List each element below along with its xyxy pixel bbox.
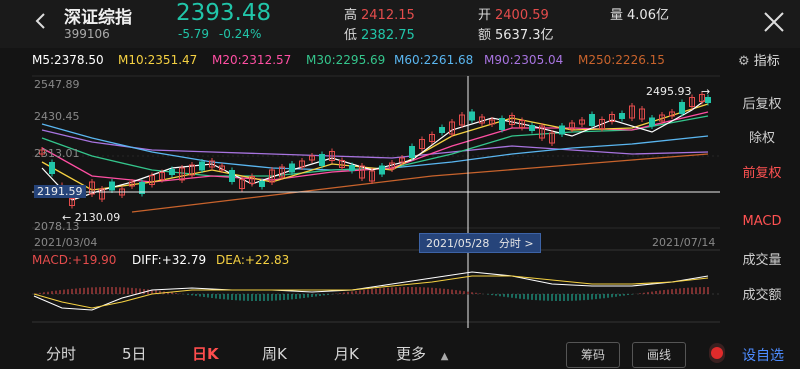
- dea-value: DEA:+22.83: [216, 253, 290, 267]
- change-percent: -0.24%: [218, 27, 262, 41]
- price-change: -5.79 -0.24%: [178, 27, 261, 41]
- candle-body: [469, 111, 475, 121]
- ma250-label: M250:2226.15: [578, 53, 665, 67]
- caret-up-icon: ▲: [440, 351, 449, 362]
- index-name: 深证综指: [64, 8, 132, 28]
- intraday-link[interactable]: 分时 >: [499, 237, 534, 250]
- price-axis-mid: 2313.01: [34, 147, 80, 160]
- candle-body: [439, 127, 445, 133]
- candle-body: [259, 181, 265, 187]
- low-value: 2382.75: [361, 28, 415, 43]
- tab-intraday[interactable]: 分时: [46, 343, 76, 364]
- arrow-right-icon: →: [701, 85, 711, 98]
- open-label: 开: [478, 8, 492, 23]
- arrow-left-icon: ←: [62, 211, 72, 224]
- back-arrow-icon[interactable]: [32, 12, 50, 30]
- side-item-ex-rights[interactable]: 除权: [724, 127, 800, 146]
- min-price-annotation: ← 2130.09: [62, 211, 120, 224]
- end-date: 2021/07/14: [652, 236, 716, 249]
- candle-body: [169, 169, 175, 175]
- candle-body: [379, 165, 385, 175]
- volume-stat: 量 4.06亿: [610, 4, 669, 23]
- tab-monthly-k[interactable]: 月K: [334, 343, 359, 364]
- indicator-button[interactable]: ⚙ 指标: [738, 50, 780, 69]
- candle-body: [319, 154, 325, 166]
- low-stat: 低 2382.75: [344, 24, 415, 43]
- side-item-backward-adjusted[interactable]: 后复权: [724, 93, 800, 112]
- tab-more[interactable]: 更多 ▲: [396, 343, 449, 364]
- price-axis-top: 2547.89: [34, 78, 80, 91]
- record-icon[interactable]: [708, 342, 726, 364]
- min-price-label: 2130.09: [74, 211, 121, 224]
- candle-body: [589, 114, 595, 126]
- amount-value: 5637.3亿: [495, 28, 554, 43]
- ma90-line: [41, 129, 709, 159]
- kline-chart[interactable]: [32, 72, 720, 328]
- high-value: 2412.15: [361, 8, 415, 23]
- settings-icon: ⚙: [738, 54, 750, 69]
- max-price-annotation: 2495.93 →: [646, 85, 710, 98]
- ma10-label: M10:2351.47: [118, 53, 198, 67]
- candle-body: [705, 97, 711, 103]
- candle-body: [649, 117, 655, 127]
- indicator-label: 指标: [753, 54, 780, 69]
- volume-value: 4.06亿: [627, 8, 669, 23]
- low-label: 低: [344, 28, 358, 43]
- side-item-volume[interactable]: 成交量: [724, 249, 800, 268]
- draw-line-button[interactable]: 画线: [632, 342, 686, 368]
- add-watchlist-button[interactable]: 设自选: [742, 345, 784, 365]
- candle-body: [529, 125, 535, 131]
- side-item-forward-adjusted[interactable]: 前复权: [724, 162, 800, 181]
- macd-value: MACD:+19.90: [32, 253, 117, 267]
- candle-body: [349, 165, 355, 171]
- tab-daily-k[interactable]: 日K: [192, 343, 219, 364]
- current-price: 2393.48: [176, 0, 272, 26]
- crosshair-price-tag: 2191.59: [34, 185, 86, 198]
- start-date: 2021/03/04: [34, 236, 98, 249]
- dea-line: [33, 275, 709, 309]
- candle-body: [499, 118, 505, 130]
- diff-value: DIFF:+32.79: [132, 253, 207, 267]
- max-price-label: 2495.93: [646, 85, 692, 98]
- ma90-label: M90:2305.04: [484, 53, 564, 67]
- candle-body: [559, 125, 565, 135]
- candle-body: [679, 102, 685, 114]
- price-axis-upper: 2430.45: [34, 110, 80, 123]
- amount-stat: 额 5637.3亿: [478, 24, 554, 43]
- candle-body: [199, 161, 205, 171]
- volume-label: 量: [610, 8, 624, 23]
- change-value: -5.79: [178, 27, 210, 41]
- tab-more-label: 更多: [396, 345, 427, 363]
- ma30-label: M30:2295.69: [306, 53, 386, 67]
- tab-5day[interactable]: 5日: [122, 343, 147, 364]
- open-stat: 开 2400.59: [478, 4, 549, 23]
- close-icon[interactable]: [762, 10, 786, 34]
- candle-body: [619, 113, 625, 119]
- candle-body: [229, 170, 235, 182]
- crosshair-date-tag[interactable]: 2021/05/28 分时 >: [419, 233, 541, 253]
- chip-button[interactable]: 筹码: [566, 342, 620, 368]
- side-item-turnover[interactable]: 成交额: [724, 284, 800, 303]
- diff-line: [33, 271, 709, 311]
- high-stat: 高 2412.15: [344, 4, 415, 23]
- candle-body: [109, 181, 115, 191]
- ma20-label: M20:2312.57: [212, 53, 292, 67]
- side-item-macd[interactable]: MACD: [724, 214, 800, 229]
- candle-body: [49, 162, 55, 174]
- crosshair-date: 2021/05/28: [426, 237, 490, 250]
- high-label: 高: [344, 8, 358, 23]
- amount-label: 额: [478, 28, 492, 43]
- index-code: 399106: [64, 27, 110, 41]
- ma5-label: M5:2378.50: [32, 53, 104, 67]
- candle-body: [409, 146, 415, 158]
- open-value: 2400.59: [495, 8, 549, 23]
- tab-weekly-k[interactable]: 周K: [262, 343, 287, 364]
- ma60-label: M60:2261.68: [394, 53, 474, 67]
- candle-body: [289, 163, 295, 173]
